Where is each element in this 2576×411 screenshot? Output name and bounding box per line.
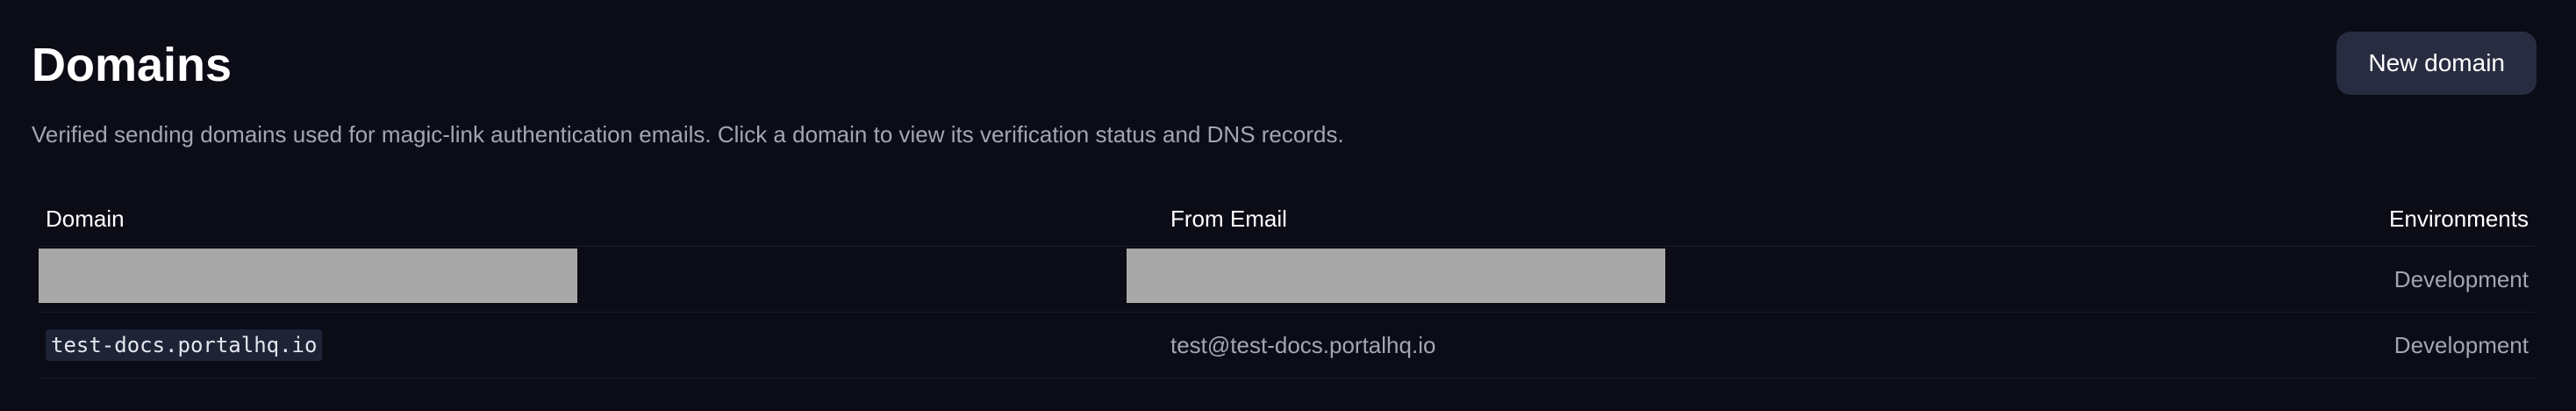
- column-header-from-email: From Email: [1170, 205, 1287, 232]
- table-row[interactable]: Development: [39, 247, 2536, 313]
- column-header-environments: Environments: [2389, 205, 2529, 232]
- page-title: Domains: [32, 39, 233, 91]
- domains-table: Domain From Email Environments Developme…: [39, 191, 2536, 379]
- table-row[interactable]: test-docs.portalhq.io test@test-docs.por…: [39, 313, 2536, 379]
- column-header-domain: Domain: [46, 205, 125, 232]
- domains-page: Domains New domain Verified sending doma…: [0, 0, 2576, 411]
- page-description: Verified sending domains used for magic-…: [32, 121, 1344, 148]
- page-header: Domains New domain: [32, 32, 2537, 98]
- row-domain-cell: test-docs.portalhq.io: [46, 313, 323, 378]
- new-domain-button[interactable]: New domain: [2336, 32, 2537, 95]
- row-environment: Development: [2394, 265, 2529, 292]
- row-environment: Development: [2394, 331, 2529, 358]
- redacted-domain: [39, 249, 577, 303]
- row-domain[interactable]: test-docs.portalhq.io: [46, 329, 323, 361]
- table-header-row: Domain From Email Environments: [39, 191, 2536, 247]
- row-from-email: test@test-docs.portalhq.io: [1170, 331, 1436, 358]
- redacted-from-email: [1127, 249, 1665, 303]
